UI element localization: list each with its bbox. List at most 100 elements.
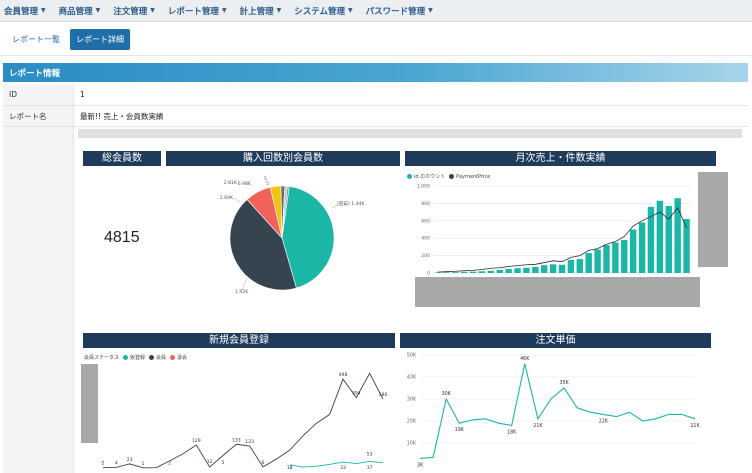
bar [621, 239, 628, 273]
nav-member-label: 会員管理 [4, 6, 39, 17]
data-label: 19K [455, 427, 465, 433]
overlay-block [81, 364, 98, 443]
y-tick-label: 600 [421, 218, 430, 224]
data-label: 37 [367, 465, 373, 471]
tile-title-total-members: 総会員数 [83, 151, 161, 166]
bar [505, 269, 512, 273]
nav-product[interactable]: 商品管理 ▼ [59, 5, 101, 17]
new-members-legend: 会員ステータス 仮登録 会員 退会 [84, 354, 187, 361]
chevron-down-icon: ▼ [95, 7, 101, 14]
bar [585, 252, 592, 273]
pie-leader-line [238, 277, 248, 291]
bar [460, 271, 468, 273]
bar [567, 259, 575, 273]
bar [541, 265, 548, 273]
bar [558, 264, 566, 273]
tile-title-order-unit: 注文単価 [400, 333, 711, 348]
data-label: 18K [507, 429, 517, 435]
pie-label: 1.42K [235, 289, 249, 295]
order-unit-chart[interactable]: 50K 40K 30K 20K 10K 3K 30K 19K 18K 46K 21K 35K 22K 21… [398, 350, 703, 473]
overlay-block [698, 172, 728, 267]
report-name-value: 最新!! 売上・会員数実績 [80, 112, 164, 121]
monthly-chart[interactable]: 1,000 800 600 400 200 0 [405, 180, 698, 280]
bar [612, 242, 619, 273]
y-tick-label: 0 [427, 271, 430, 277]
info-row-id: ID 1 [3, 85, 748, 106]
tab-report-list[interactable]: レポート一覧 [6, 29, 66, 50]
y-tick-label: 50K [407, 353, 417, 359]
bar [478, 271, 486, 273]
legend-dot-provisional [123, 355, 129, 360]
bar [638, 222, 646, 273]
data-label: 46K [520, 356, 530, 362]
nav-system[interactable]: システム管理 ▼ [294, 5, 352, 17]
data-label: 35K [559, 380, 569, 386]
data-label: 4 [115, 460, 118, 466]
legend-withdrawn-label: 退会 [177, 355, 188, 361]
nav-accounting[interactable]: 計上管理 ▼ [240, 5, 282, 17]
bar [549, 264, 557, 273]
data-label: 129 [192, 438, 201, 444]
id-label: ID [3, 85, 74, 105]
nav-order[interactable]: 注文管理 ▼ [113, 5, 155, 17]
top-nav: 会員管理 ▼ 商品管理 ▼ 注文管理 ▼ レポート管理 ▼ 計上管理 ▼ システム管理 ▼ … [0, 0, 752, 22]
data-label: 2 [168, 461, 171, 467]
y-tick-label: 800 [421, 201, 430, 207]
pie-label: 5 [264, 176, 267, 182]
data-label: 22K [599, 418, 609, 424]
data-label: 123 [245, 439, 254, 445]
data-label: 53 [367, 452, 373, 458]
pie-label: 6.98K [238, 181, 252, 187]
tile-title-new-members: 新規会員登録 [83, 333, 395, 348]
data-label: 33 [340, 465, 346, 471]
chevron-down-icon: ▼ [347, 7, 353, 14]
nav-accounting-label: 計上管理 [239, 6, 274, 17]
section-title: レポート情報 [9, 69, 61, 79]
pie-label: 2.69K [220, 195, 234, 201]
data-label: 6 [262, 460, 265, 466]
data-label: 30K [442, 391, 452, 397]
data-label: 2 [102, 461, 105, 467]
nav-password[interactable]: パスワード管理 ▼ [366, 5, 433, 17]
data-label: 18 [287, 465, 293, 471]
y-tick-label: 400 [421, 236, 430, 242]
chevron-down-icon: ▼ [428, 7, 433, 14]
nav-member[interactable]: 会員管理 ▼ [4, 5, 46, 17]
pie-chart[interactable]: (空白) 1.44K1.42K2.69K2.81K 6.98K 55 [200, 168, 400, 298]
total-members-value: 4815 [104, 229, 140, 246]
legend-dot-count [407, 174, 412, 179]
nav-password-label: パスワード管理 [365, 6, 426, 17]
y-tick-label: 200 [421, 253, 430, 259]
bar [674, 198, 681, 273]
overlay-block [415, 277, 700, 307]
id-value: 1 [80, 90, 85, 99]
legend-status-title: 会員ステータス [84, 355, 120, 361]
chevron-down-icon: ▼ [150, 7, 155, 14]
chevron-down-icon: ▼ [41, 7, 46, 14]
app: 会員管理 ▼ 商品管理 ▼ 注文管理 ▼ レポート管理 ▼ 計上管理 ▼ システム管理 ▼ … [0, 0, 752, 473]
section-header: レポート情報 [3, 63, 748, 82]
nav-product-label: 商品管理 [58, 6, 93, 17]
bar [603, 245, 610, 273]
y-tick-label: 20K [407, 419, 417, 425]
nav-report[interactable]: レポート管理 ▼ [168, 5, 227, 17]
data-label: 1 [142, 461, 145, 467]
nav-order-label: 注文管理 [113, 6, 148, 17]
data-label: 3K [417, 462, 424, 468]
line-series-member [102, 372, 384, 469]
tile-title-purchase-count: 購入回数別会員数 [166, 151, 400, 166]
pie-label: 2.81K [224, 180, 238, 186]
legend-provisional-label: 仮登録 [130, 355, 146, 361]
new-members-chart[interactable]: 2 4231 212912 5133 12364983945338618 33 37 [98, 362, 393, 473]
report-toolbar-strip [78, 129, 742, 138]
report-info-table: ID 1 レポート名 最新!! 売上・会員数実績 [3, 85, 748, 127]
bar [523, 267, 530, 273]
data-label: 5 [222, 460, 225, 466]
bar [629, 229, 637, 273]
tab-report-detail[interactable]: レポート詳細 [70, 29, 130, 50]
y-tick-label: 30K [407, 397, 417, 403]
bar [656, 200, 664, 273]
pie-leader-line [233, 197, 241, 203]
data-label: 133 [232, 437, 241, 443]
data-label: 23 [127, 457, 133, 463]
